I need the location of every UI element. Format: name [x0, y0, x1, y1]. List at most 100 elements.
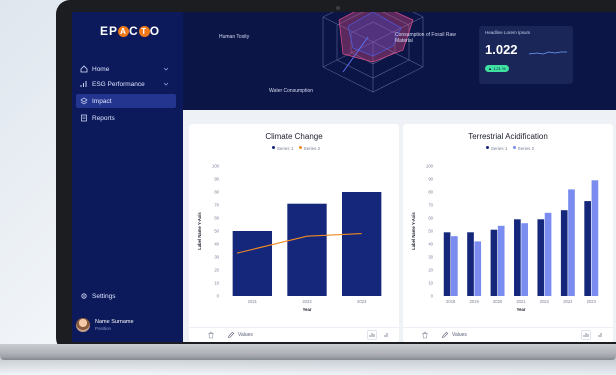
legend-label: Series 1 — [490, 146, 508, 151]
y-tick-label: 90 — [214, 177, 219, 182]
bar-chart-icon — [369, 333, 375, 337]
x-tick-label: 2023 — [587, 299, 597, 304]
user-name: Name Surname — [95, 319, 134, 325]
app-screen: EP A C T O Home ESG Performance Impact R… — [72, 12, 616, 342]
bar-series-1 — [537, 219, 545, 296]
bar-series-1 — [341, 192, 382, 296]
y-tick-label: 20 — [428, 268, 433, 273]
y-tick-label: 50 — [214, 229, 219, 234]
climate-change-chart: 0 10 20 30 40 50 60 70 80 90 100 Label Name Y-Axis Y… — [197, 164, 382, 312]
values-label: Values — [238, 332, 253, 338]
chart-legend: Series 1 Series 2 — [189, 146, 399, 151]
bar-series-2 — [591, 180, 599, 296]
x-axis-label: Year — [303, 307, 312, 312]
values-button[interactable]: Values — [227, 331, 253, 339]
column-chart-toggle[interactable] — [381, 330, 391, 340]
kpi-sparkline — [529, 51, 567, 55]
chevron-down-icon[interactable] — [162, 80, 170, 88]
y-tick-label: 30 — [428, 255, 433, 260]
chart-icon — [79, 80, 88, 89]
sidebar-item-reports[interactable]: Reports — [76, 111, 176, 125]
y-tick-label: 40 — [214, 242, 219, 247]
avatar — [76, 318, 90, 332]
kpi-change-badge: ▲ 1.21 % — [485, 65, 509, 72]
y-tick-label: 0 — [431, 294, 434, 299]
sidebar: EP A C T O Home ESG Performance Impact R… — [72, 12, 183, 342]
bar-series-1 — [514, 219, 521, 296]
layers-icon — [79, 97, 88, 106]
bar-series-2 — [451, 236, 458, 296]
y-tick-label: 80 — [428, 190, 433, 195]
x-tick-label: 2023 — [357, 299, 367, 304]
legend-dot-series-2 — [512, 146, 516, 149]
home-icon — [79, 65, 88, 74]
radar-label-human-toxicity: Human Toxity — [219, 34, 250, 40]
x-tick-label: 2020 — [493, 299, 503, 304]
values-button[interactable]: Values — [441, 331, 467, 339]
bar-series-2 — [497, 225, 505, 296]
chart-footer: Values — [403, 327, 613, 342]
bar-chart-toggle[interactable] — [367, 330, 377, 340]
sidebar-item-settings[interactable]: Settings — [76, 289, 176, 303]
x-tick-label: 2018 — [446, 299, 456, 304]
laptop-shadow — [0, 358, 616, 375]
sidebar-item-label: Home — [92, 65, 110, 73]
gear-icon — [79, 292, 88, 301]
delete-button[interactable] — [207, 331, 215, 339]
sidebar-item-esg-performance[interactable]: ESG Performance — [76, 77, 176, 91]
column-chart-icon — [384, 333, 388, 337]
y-axis-label: Label Name Y-Axis — [197, 212, 202, 250]
sidebar-item-label: Reports — [92, 114, 115, 122]
y-tick-label: 100 — [426, 164, 434, 169]
bar-series-1 — [287, 203, 327, 296]
chart-title: Climate Change — [265, 132, 323, 141]
trash-icon — [422, 331, 428, 339]
overview-band: Human Toxity Consumption of Fossil Raw M… — [183, 12, 616, 110]
bar-series-1 — [232, 231, 273, 296]
kpi-title: Headline Lorem Ipsum — [485, 30, 531, 35]
x-tick-label: 2022 — [563, 299, 573, 304]
user-role: Position — [95, 326, 112, 331]
sidebar-item-impact[interactable]: Impact — [76, 94, 176, 108]
y-tick-label: 40 — [428, 242, 433, 247]
bar-series-2 — [568, 189, 575, 296]
x-tick-label: 2022 — [302, 299, 312, 304]
trash-icon — [208, 331, 214, 339]
terrestrial-acidification-card: Terrestrial Acidification Series 1 Serie… — [403, 124, 613, 342]
y-tick-label: 10 — [214, 281, 219, 286]
y-tick-label: 60 — [428, 216, 433, 221]
chart-legend: Series 1 Series 2 — [403, 146, 613, 151]
sidebar-item-home[interactable]: Home — [76, 62, 176, 76]
y-tick-label: 50 — [428, 229, 433, 234]
bar-chart-toggle[interactable] — [581, 330, 591, 340]
radar-label-fossil: Consumption of Fossil Raw Material — [395, 32, 456, 44]
chart-title: Terrestrial Acidification — [468, 132, 548, 141]
legend-dot-series-1 — [271, 146, 275, 149]
y-tick-label: 70 — [428, 203, 433, 208]
y-tick-label: 0 — [217, 294, 220, 299]
app-logo[interactable]: EP A C T O — [100, 24, 160, 38]
chevron-down-icon[interactable] — [162, 65, 170, 73]
document-icon — [79, 114, 88, 123]
kpi-card[interactable]: Headline Lorem Ipsum 1.022 ▲ 1.21 % — [479, 26, 573, 84]
pencil-icon — [228, 331, 235, 338]
x-tick-label: 2021 — [248, 299, 258, 304]
x-axis-label: Year — [517, 307, 526, 312]
delete-button[interactable] — [421, 331, 429, 339]
y-tick-label: 70 — [214, 203, 219, 208]
pencil-icon — [442, 331, 449, 338]
bar-series-1 — [560, 210, 568, 296]
bar-series-2 — [474, 241, 482, 296]
radar-label-water: Water Consumption — [269, 88, 313, 94]
bar-series-2 — [544, 212, 552, 296]
bar-series-1 — [490, 229, 498, 296]
user-profile[interactable]: Name Surname Position — [76, 318, 134, 332]
y-tick-label: 80 — [214, 190, 219, 195]
column-chart-toggle[interactable] — [595, 330, 605, 340]
y-tick-label: 30 — [214, 255, 219, 260]
chart-footer: Values — [189, 327, 399, 342]
x-tick-label: 2021 — [516, 299, 526, 304]
y-tick-label: 60 — [214, 216, 219, 221]
sidebar-item-label: ESG Performance — [92, 80, 145, 88]
y-axis-label: Label Name Y-Axis — [411, 212, 416, 250]
